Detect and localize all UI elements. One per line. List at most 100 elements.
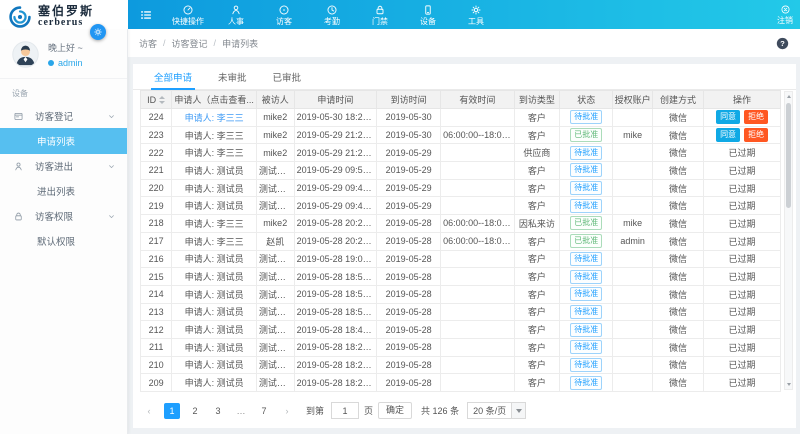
sidebar-item-visitor-inout[interactable]: 访客进出: [0, 154, 127, 178]
content-card: 全部申请未审批已审批 ID申请人（点击查看...被访人申请时间到访时间有效时间到…: [133, 64, 796, 428]
applications-table: ID申请人（点击查看...被访人申请时间到访时间有效时间到访类型状态授权账户创建…: [140, 90, 781, 392]
table-scrollbar[interactable]: [784, 91, 793, 390]
cell-create-method: 微信: [652, 197, 703, 215]
sidebar-item-default-permission[interactable]: 默认权限: [0, 228, 127, 254]
page-button-active[interactable]: 1: [164, 403, 180, 419]
cell-visit-time: 2019-05-30: [377, 126, 441, 144]
sidebar: 晚上好 ~ admin 设备 访客登记 申请列表 访客进出 进出列表 访客权限 …: [0, 29, 128, 434]
reject-button[interactable]: 拒绝: [744, 110, 768, 124]
approve-button[interactable]: 同意: [716, 128, 740, 142]
sidebar-item-label: 访客登记: [35, 109, 73, 123]
column-header: 到访时间: [377, 91, 441, 109]
nav-item-label: 快捷操作: [172, 17, 204, 26]
page-jump-input[interactable]: [331, 402, 359, 419]
nav-item-quick-actions[interactable]: 快捷操作: [164, 0, 212, 29]
cell-visit-type: 客户: [514, 250, 559, 268]
cell-visit-type: 客户: [514, 374, 559, 392]
sort-icon[interactable]: [159, 96, 165, 104]
page-button[interactable]: 3: [210, 403, 226, 419]
settings-button[interactable]: [90, 24, 106, 40]
table-row: 212 申请人: 测试员 测试人员... 2019-05-28 18:44:01…: [141, 321, 781, 339]
nav-item-device[interactable]: 设备: [404, 0, 452, 29]
menu-icon: [139, 8, 153, 22]
cell-operation: 已过期: [704, 356, 781, 374]
page-size-select[interactable]: 20 条/页: [467, 402, 526, 419]
logout-button[interactable]: 注销: [777, 0, 793, 29]
breadcrumb-item[interactable]: 访客: [139, 37, 157, 50]
top-navigation: 快捷操作 人事 访客 考勤 门禁 设备 工具 注销: [128, 0, 800, 29]
cell-visitee: 测试人员...: [256, 268, 294, 286]
status-badge: 已批准: [570, 128, 602, 142]
main-content: 全部申请未审批已审批 ID申请人（点击查看...被访人申请时间到访时间有效时间到…: [128, 57, 800, 434]
cell-valid-time: [441, 338, 515, 356]
cell-apply-time: 2019-05-28 18:21:30: [294, 374, 377, 392]
approve-button[interactable]: 同意: [716, 110, 740, 124]
confirm-button[interactable]: 确定: [378, 402, 412, 419]
tab-all[interactable]: 全部申请: [141, 64, 205, 89]
applicant-text: 申请人: 测试员: [185, 166, 244, 176]
cell-create-method: 微信: [652, 126, 703, 144]
cell-apply-time: 2019-05-28 18:27:05: [294, 338, 377, 356]
help-button[interactable]: ?: [776, 37, 789, 50]
status-badge: 待批准: [570, 181, 602, 195]
nav-item-hr[interactable]: 人事: [212, 0, 260, 29]
table-row: 219 申请人: 测试员 测试人员... 2019-05-29 09:48:57…: [141, 197, 781, 215]
page-ellipsis: …: [233, 403, 249, 419]
page-button[interactable]: 7: [256, 403, 272, 419]
table-row: 223 申请人: 李三三 mike2 2019-05-29 21:28:20 2…: [141, 126, 781, 144]
cell-operation: 同意拒绝: [704, 126, 781, 144]
cell-auth-account: [613, 109, 653, 127]
applicant-text: 申请人: 测试员: [185, 378, 244, 388]
nav-item-tools[interactable]: 工具: [452, 0, 500, 29]
sidebar-item-inout-list[interactable]: 进出列表: [0, 178, 127, 204]
cell-auth-account: mike: [613, 126, 653, 144]
nav-item-access[interactable]: 门禁: [356, 0, 404, 29]
sidebar-item-visitor-register[interactable]: 访客登记: [0, 104, 127, 128]
nav-item-attendance[interactable]: 考勤: [308, 0, 356, 29]
breadcrumb-item[interactable]: 访客登记: [172, 37, 208, 50]
nav-item-label: 人事: [228, 17, 244, 26]
cell-status: 待批准: [560, 250, 613, 268]
tab-approved[interactable]: 已审批: [260, 64, 315, 89]
reject-button[interactable]: 拒绝: [744, 128, 768, 142]
cell-applicant: 申请人: 李三三: [172, 144, 256, 162]
sidebar-item-apply-list[interactable]: 申请列表: [0, 128, 127, 154]
cell-operation: 已过期: [704, 321, 781, 339]
cell-visit-type: 因私来访: [514, 215, 559, 233]
cell-visitee: mike2: [256, 144, 294, 162]
table-row: 214 申请人: 测试员 测试人员... 2019-05-28 18:53:38…: [141, 285, 781, 303]
table-row: 218 申请人: 李三三 mike2 2019-05-28 20:22:10 2…: [141, 215, 781, 233]
nav-item-visitor[interactable]: 访客: [260, 0, 308, 29]
cell-valid-time: [441, 197, 515, 215]
tab-pending[interactable]: 未审批: [205, 64, 260, 89]
user-panel: 晚上好 ~ admin: [0, 29, 127, 79]
cell-visit-time: 2019-05-28: [377, 285, 441, 303]
scroll-down-arrow-icon[interactable]: [785, 380, 792, 389]
cell-applicant: 申请人: 测试员: [172, 268, 256, 286]
sidebar-menu-group: 访客权限 默认权限: [0, 204, 127, 254]
breadcrumb-separator: /: [214, 38, 217, 48]
breadcrumb-item[interactable]: 申请列表: [222, 37, 258, 50]
avatar[interactable]: [12, 41, 39, 68]
device-icon: [422, 4, 434, 16]
scroll-up-arrow-icon[interactable]: [785, 92, 792, 101]
cell-id: 211: [141, 338, 172, 356]
next-page-button[interactable]: ›: [279, 403, 295, 419]
scrollbar-thumb[interactable]: [786, 103, 791, 208]
cell-visit-time: 2019-05-28: [377, 268, 441, 286]
prev-page-button[interactable]: ‹: [141, 403, 157, 419]
applicant-text: 申请人: 李三三: [185, 148, 244, 158]
cell-applicant: 申请人: 李三三: [172, 126, 256, 144]
cell-id: 222: [141, 144, 172, 162]
sidebar-item-visitor-permission[interactable]: 访客权限: [0, 204, 127, 228]
cell-visitee: 测试人员...: [256, 162, 294, 180]
cell-visitee: 测试人员...: [256, 250, 294, 268]
cell-visit-type: 客户: [514, 162, 559, 180]
page-button[interactable]: 2: [187, 403, 203, 419]
cell-create-method: 微信: [652, 144, 703, 162]
status-badge: 待批准: [570, 146, 602, 160]
status-badge: 已批准: [570, 234, 602, 248]
applicant-link[interactable]: 申请人: 李三三: [185, 113, 244, 123]
cell-visitee: 测试人员...: [256, 321, 294, 339]
menu-toggle-button[interactable]: [128, 0, 164, 29]
